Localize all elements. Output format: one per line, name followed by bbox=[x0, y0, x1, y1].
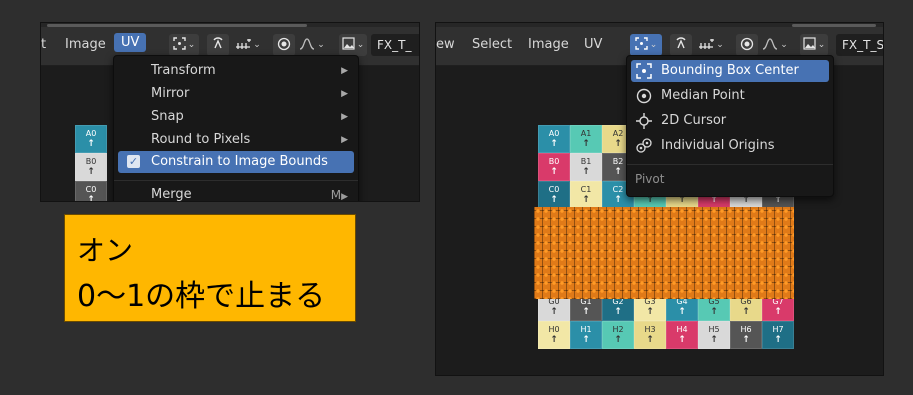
menu-uv[interactable]: UV bbox=[584, 37, 602, 52]
uv-grid: A0 ↑ B0 ↑ C0 ↑ bbox=[75, 125, 107, 201]
snap-target-button[interactable]: ⌄ bbox=[694, 34, 728, 56]
proportional-edit-toggle[interactable] bbox=[736, 34, 758, 56]
menu-item-constrain-to-image-bounds[interactable]: ✓ Constrain to Image Bounds bbox=[118, 151, 354, 173]
chevron-down-icon: ⌄ bbox=[187, 40, 196, 50]
submenu-arrow-icon: ▶ bbox=[341, 135, 348, 145]
note-line-2: 0〜1の枠で止まる bbox=[77, 279, 326, 314]
grid-cell: B0 ↑ bbox=[75, 153, 107, 181]
pivot-button[interactable]: ⌄ bbox=[169, 34, 199, 56]
chevron-down-icon: ⌄ bbox=[780, 40, 788, 50]
grid-cell: H0 ↑ bbox=[538, 321, 570, 349]
left-uv-editor: A0 ↑ B0 ↑ C0 ↑ t Image UV ⌄ ⌄ ⌄ ⌄ FX_T_ … bbox=[40, 22, 420, 202]
chevron-down-icon: ⌄ bbox=[649, 40, 658, 50]
pivot-option-bounding-box-center[interactable]: Bounding Box Center bbox=[631, 60, 829, 82]
chevron-down-icon: ⌄ bbox=[317, 40, 325, 50]
individual-origins-icon bbox=[635, 137, 653, 155]
note-line-1: オン bbox=[77, 234, 134, 267]
image-browse-button[interactable]: ⌄ bbox=[800, 34, 828, 56]
image-icon bbox=[803, 37, 816, 53]
annotation-note: オン 0〜1の枠で止まる bbox=[64, 214, 356, 322]
menu-select[interactable]: Select bbox=[472, 37, 512, 52]
grid-cell: C0 ↑ bbox=[538, 181, 570, 209]
grid-cell: B0 ↑ bbox=[538, 153, 570, 181]
proportional-edit-icon bbox=[277, 37, 291, 54]
snap-target-button[interactable]: ⌄ bbox=[231, 34, 265, 56]
snap-increment-icon bbox=[698, 38, 715, 53]
grid-cell: H5 ↑ bbox=[698, 321, 730, 349]
menu-item-merge[interactable]: Merge M▶ bbox=[118, 184, 354, 202]
uv-menu: Transform ▶ Mirror ▶ Snap ▶ Round to Pixels… bbox=[113, 55, 359, 202]
selected-uv-vertices[interactable] bbox=[534, 207, 794, 299]
image-icon bbox=[342, 37, 355, 53]
grid-cell: H7 ↑ bbox=[762, 321, 794, 349]
falloff-button[interactable]: ⌄ bbox=[297, 34, 327, 56]
chevron-down-icon: ⌄ bbox=[356, 40, 365, 50]
menu-item-transform[interactable]: Transform ▶ bbox=[118, 60, 354, 82]
chevron-down-icon: ⌄ bbox=[716, 40, 724, 50]
pivot-button[interactable]: ⌄ bbox=[630, 34, 662, 56]
submenu-arrow-icon: ▶ bbox=[341, 112, 348, 122]
grid-cell: A1 ↑ bbox=[570, 125, 602, 153]
snap-toggle[interactable] bbox=[670, 34, 692, 56]
chevron-down-icon: ⌄ bbox=[817, 40, 826, 50]
bounding-box-icon bbox=[635, 62, 653, 80]
menu-item-snap[interactable]: Snap ▶ bbox=[118, 106, 354, 128]
grid-cell: H3 ↑ bbox=[634, 321, 666, 349]
grid-cell: H4 ↑ bbox=[666, 321, 698, 349]
proportional-edit-toggle[interactable] bbox=[273, 34, 295, 56]
median-point-icon bbox=[635, 87, 653, 105]
menu-item-mirror[interactable]: Mirror ▶ bbox=[118, 83, 354, 105]
submenu-arrow-icon: ▶ bbox=[341, 89, 348, 99]
menu-image[interactable]: Image bbox=[65, 37, 106, 52]
menu-view[interactable]: ew bbox=[436, 37, 455, 52]
grid-cell: H2 ↑ bbox=[602, 321, 634, 349]
pivot-option-2d-cursor[interactable]: 2D Cursor bbox=[631, 110, 829, 132]
grid-cell: B1 ↑ bbox=[570, 153, 602, 181]
pivot-menu: Bounding Box Center Median Point 2D Curs… bbox=[626, 55, 834, 197]
pivot-menu-title: Pivot bbox=[635, 172, 665, 186]
menu-uv[interactable]: UV bbox=[114, 33, 147, 52]
menu-view[interactable]: t bbox=[41, 37, 46, 52]
pivot-option-individual-origins[interactable]: Individual Origins bbox=[631, 135, 829, 157]
grid-cell: C0 ↑ bbox=[75, 181, 107, 201]
falloff-curve-icon bbox=[762, 37, 778, 53]
right-uv-editor: A0↑A1↑A2↑B0↑B1↑B2↑C0↑C1↑C2↑C3↑C4↑C5↑C6↑C… bbox=[435, 22, 884, 376]
snap-increment-icon bbox=[235, 38, 252, 53]
falloff-button[interactable]: ⌄ bbox=[760, 34, 790, 56]
magnet-icon bbox=[211, 36, 225, 54]
cursor-2d-icon bbox=[635, 112, 653, 130]
pivot-option-median-point[interactable]: Median Point bbox=[631, 85, 829, 107]
chevron-down-icon: ⌄ bbox=[253, 40, 261, 50]
image-name-field[interactable]: FX_T_S bbox=[836, 34, 883, 56]
grid-cell: H6 ↑ bbox=[730, 321, 762, 349]
menu-image[interactable]: Image bbox=[528, 37, 569, 52]
grid-cell: A0 ↑ bbox=[538, 125, 570, 153]
grid-cell: A0 ↑ bbox=[75, 125, 107, 153]
magnet-icon bbox=[674, 36, 688, 54]
image-name-field[interactable]: FX_T_ bbox=[371, 34, 419, 56]
snap-toggle[interactable] bbox=[207, 34, 229, 56]
image-browse-button[interactable]: ⌄ bbox=[339, 34, 367, 56]
submenu-arrow-icon: ▶ bbox=[341, 66, 348, 76]
falloff-curve-icon bbox=[299, 37, 315, 53]
menu-item-round-to-pixels[interactable]: Round to Pixels ▶ bbox=[118, 129, 354, 151]
bounding-box-icon bbox=[635, 37, 648, 53]
grid-cell: H1 ↑ bbox=[570, 321, 602, 349]
bounding-box-icon bbox=[173, 37, 186, 53]
grid-cell: C1 ↑ bbox=[570, 181, 602, 209]
proportional-edit-icon bbox=[740, 37, 754, 54]
submenu-arrow-icon: ▶ bbox=[341, 192, 348, 202]
checkbox-checked-icon[interactable]: ✓ bbox=[127, 155, 140, 168]
